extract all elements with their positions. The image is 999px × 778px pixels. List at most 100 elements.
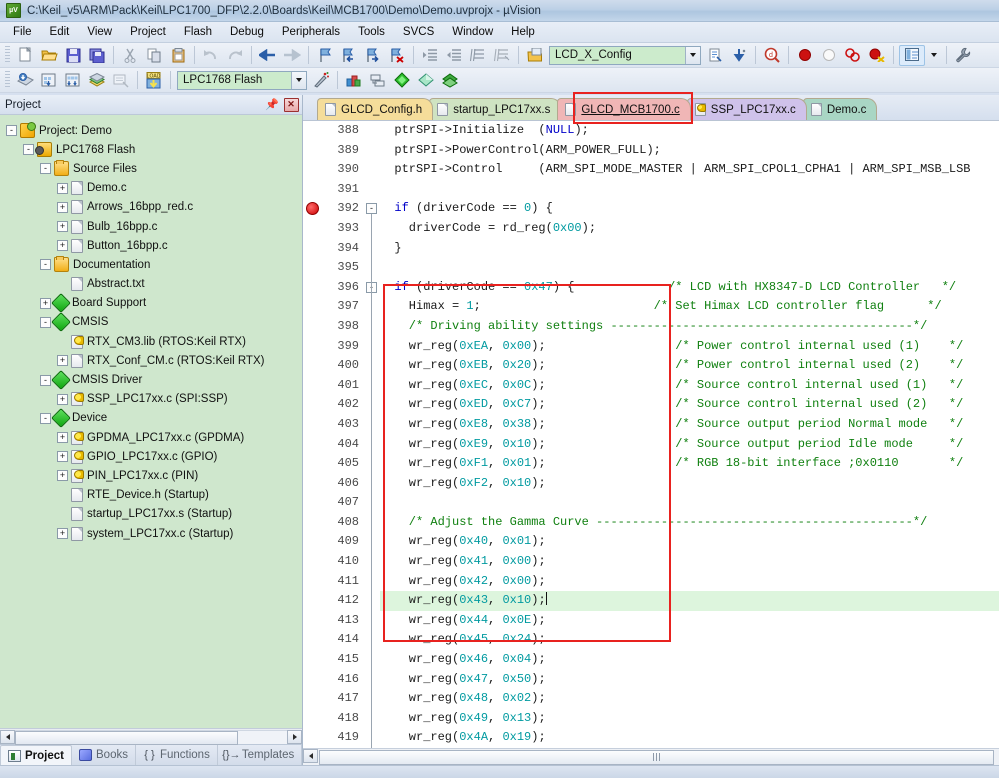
- translate-file-button[interactable]: [14, 70, 36, 91]
- scroll-thumb[interactable]: [15, 730, 239, 745]
- tree-item[interactable]: + GPIO_LPC17xx.c (GPIO): [6, 447, 302, 466]
- code-fold-toggle-icon[interactable]: -: [366, 203, 377, 215]
- code-line[interactable]: if (driverCode == 0) {: [380, 199, 999, 219]
- project-tree[interactable]: - Project: Demo - LPC1768 Flash - Source File…: [0, 115, 302, 728]
- code-line[interactable]: wr_reg(0x46, 0x04);: [380, 650, 999, 670]
- code-line[interactable]: [380, 180, 999, 200]
- chevron-down-icon[interactable]: [291, 71, 306, 89]
- collapse-toggle-icon[interactable]: -: [6, 125, 17, 137]
- find-symbol-button[interactable]: [704, 45, 726, 66]
- code-line[interactable]: Himax = 1; /* Set Himax LCD controller f…: [380, 297, 999, 317]
- stop-build-button[interactable]: [110, 70, 132, 91]
- next-bookmark-button[interactable]: [362, 45, 384, 66]
- pin-icon[interactable]: 📌: [264, 97, 280, 113]
- expand-toggle-icon[interactable]: +: [57, 393, 68, 405]
- tree-item[interactable]: + Button_16bpp.c: [6, 236, 302, 255]
- save-button[interactable]: [62, 45, 84, 66]
- code-line[interactable]: wr_reg(0xE8, 0x38); /* Source output per…: [380, 415, 999, 435]
- tree-item[interactable]: + Demo.c: [6, 179, 302, 198]
- collapse-toggle-icon[interactable]: -: [40, 374, 51, 386]
- menu-item-svcs[interactable]: SVCS: [394, 24, 443, 40]
- code-line[interactable]: ptrSPI->Initialize (NULL);: [380, 121, 999, 141]
- chevron-down-icon[interactable]: [685, 46, 700, 64]
- menu-item-window[interactable]: Window: [443, 24, 502, 40]
- code-line[interactable]: if (driverCode == 0x47) { /* LCD with HX…: [380, 278, 999, 298]
- menu-item-project[interactable]: Project: [121, 24, 175, 40]
- expand-toggle-icon[interactable]: +: [57, 451, 68, 463]
- toolbar-grip[interactable]: [5, 71, 10, 89]
- manage-project-items-button[interactable]: [343, 70, 365, 91]
- tree-item[interactable]: + SSP_LPC17xx.c (SPI:SSP): [6, 390, 302, 409]
- menu-item-help[interactable]: Help: [502, 24, 544, 40]
- undo-button[interactable]: [200, 45, 222, 66]
- tree-item[interactable]: Abstract.txt: [6, 275, 302, 294]
- menu-item-debug[interactable]: Debug: [221, 24, 273, 40]
- code-line[interactable]: driverCode = rd_reg(0x00);: [380, 219, 999, 239]
- paste-button[interactable]: [167, 45, 189, 66]
- editor-horizontal-scrollbar[interactable]: [303, 748, 999, 765]
- rebuild-all-button[interactable]: [62, 70, 84, 91]
- navigate-back-button[interactable]: [257, 45, 279, 66]
- code-fold-gutter[interactable]: --: [364, 121, 380, 748]
- open-file-button[interactable]: [38, 45, 60, 66]
- select-function-combo[interactable]: LCD_X_Config: [549, 45, 701, 65]
- expand-toggle-icon[interactable]: +: [40, 297, 51, 309]
- uncomment-block-button[interactable]: [491, 45, 513, 66]
- panel-tab-books[interactable]: Books: [72, 745, 136, 765]
- manage-run-time-env-button[interactable]: [415, 70, 437, 91]
- panel-tab-project[interactable]: Project: [0, 745, 72, 765]
- indent-left-button[interactable]: [443, 45, 465, 66]
- toolbar-grip[interactable]: [5, 46, 10, 64]
- tree-item[interactable]: - LPC1768 Flash: [6, 140, 302, 159]
- panel-tab-templates[interactable]: {}→ Templates: [218, 745, 303, 765]
- editor-tab-glcd-config-h[interactable]: GLCD_Config.h: [317, 98, 434, 120]
- scroll-right-button[interactable]: [287, 729, 302, 744]
- tree-item[interactable]: - Source Files: [6, 159, 302, 178]
- tree-item[interactable]: - CMSIS: [6, 312, 302, 333]
- editor-tab-demo-c[interactable]: Demo.c: [802, 98, 878, 120]
- menu-item-file[interactable]: File: [4, 24, 41, 40]
- menu-item-edit[interactable]: Edit: [41, 24, 79, 40]
- find-in-files-button[interactable]: d: [761, 45, 783, 66]
- collapse-toggle-icon[interactable]: -: [40, 316, 51, 328]
- pack-installer-button[interactable]: [391, 70, 413, 91]
- editor-tab-ssp-lpc17xx-c[interactable]: SSP_LPC17xx.c: [686, 98, 807, 120]
- code-line[interactable]: wr_reg(0x42, 0x00);: [380, 572, 999, 592]
- kill-all-breakpoints-button[interactable]: [866, 45, 888, 66]
- expand-toggle-icon[interactable]: +: [57, 240, 68, 252]
- panel-tab-functions[interactable]: { } Functions: [136, 745, 218, 765]
- expand-toggle-icon[interactable]: +: [57, 221, 68, 233]
- tree-item[interactable]: + system_LPC17xx.c (Startup): [6, 524, 302, 543]
- code-editor-text[interactable]: ptrSPI->Initialize (NULL); ptrSPI->Power…: [380, 121, 999, 748]
- tree-item[interactable]: + RTX_Conf_CM.c (RTOS:Keil RTX): [6, 351, 302, 370]
- editor-tab-glcd-mcb1700-c[interactable]: GLCD_MCB1700.c: [557, 98, 691, 120]
- breakpoint-gutter[interactable]: [303, 121, 322, 748]
- code-line[interactable]: /* Driving ability settings ------------…: [380, 317, 999, 337]
- open-navigation-button[interactable]: [524, 45, 546, 66]
- insert-breakpoint-button[interactable]: [794, 45, 816, 66]
- save-all-button[interactable]: [86, 45, 108, 66]
- code-line[interactable]: wr_reg(0x49, 0x13);: [380, 709, 999, 729]
- code-line[interactable]: wr_reg(0x47, 0x50);: [380, 670, 999, 690]
- scroll-left-button[interactable]: [0, 729, 15, 744]
- scroll-track[interactable]: [15, 729, 287, 745]
- code-line[interactable]: ptrSPI->Control (ARM_SPI_MODE_MASTER | A…: [380, 160, 999, 180]
- code-line[interactable]: wr_reg(0xF1, 0x01); /* RGB 18-bit interf…: [380, 454, 999, 474]
- cut-button[interactable]: [119, 45, 141, 66]
- target-options-button[interactable]: [310, 70, 332, 91]
- collapse-toggle-icon[interactable]: -: [40, 259, 51, 271]
- code-line[interactable]: wr_reg(0x40, 0x01);: [380, 532, 999, 552]
- code-line[interactable]: wr_reg(0xED, 0xC7); /* Source control in…: [380, 395, 999, 415]
- code-line[interactable]: [380, 493, 999, 513]
- code-line[interactable]: ptrSPI->PowerControl(ARM_POWER_FULL);: [380, 141, 999, 161]
- tree-item[interactable]: + GPDMA_LPC17xx.c (GPDMA): [6, 428, 302, 447]
- code-line[interactable]: wr_reg(0x4A, 0x19);: [380, 728, 999, 748]
- expand-toggle-icon[interactable]: +: [57, 470, 68, 482]
- download-to-flash-button[interactable]: LOAD: [143, 70, 165, 91]
- breakpoint-marker-icon[interactable]: [306, 202, 319, 216]
- code-line[interactable]: wr_reg(0xEA, 0x00); /* Power control int…: [380, 337, 999, 357]
- tree-item[interactable]: - Device: [6, 408, 302, 429]
- code-line[interactable]: wr_reg(0x41, 0x00);: [380, 552, 999, 572]
- tree-item[interactable]: + PIN_LPC17xx.c (PIN): [6, 466, 302, 485]
- select-software-packs-button[interactable]: [439, 70, 461, 91]
